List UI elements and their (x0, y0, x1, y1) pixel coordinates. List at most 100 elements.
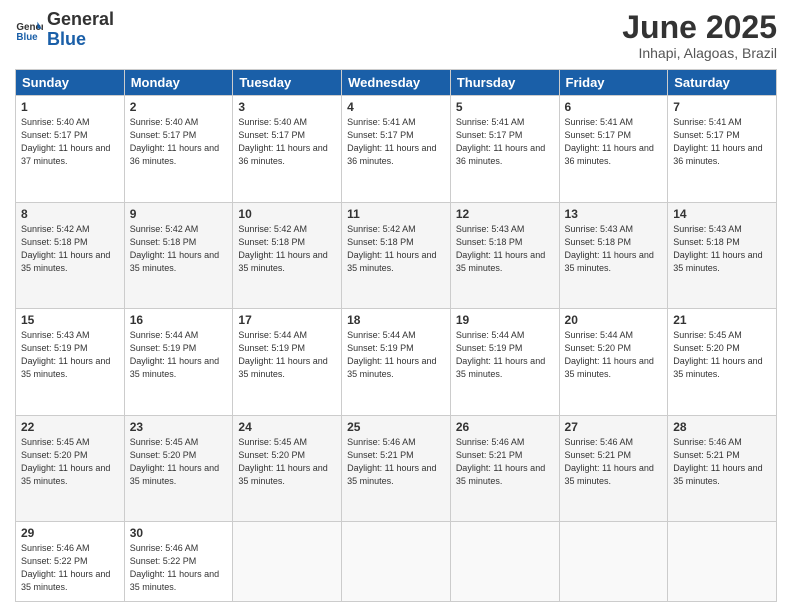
day-info: Sunrise: 5:44 AMSunset: 5:19 PMDaylight:… (347, 329, 445, 381)
day-number: 12 (456, 207, 554, 221)
calendar-cell (450, 522, 559, 602)
day-info: Sunrise: 5:40 AMSunset: 5:17 PMDaylight:… (130, 116, 228, 168)
calendar-cell: 6 Sunrise: 5:41 AMSunset: 5:17 PMDayligh… (559, 96, 668, 202)
svg-text:Blue: Blue (16, 32, 38, 43)
day-number: 29 (21, 526, 119, 540)
day-info: Sunrise: 5:40 AMSunset: 5:17 PMDaylight:… (21, 116, 119, 168)
day-info: Sunrise: 5:45 AMSunset: 5:20 PMDaylight:… (673, 329, 771, 381)
day-number: 5 (456, 100, 554, 114)
title-block: June 2025 Inhapi, Alagoas, Brazil (622, 10, 777, 61)
day-info: Sunrise: 5:46 AMSunset: 5:21 PMDaylight:… (456, 436, 554, 488)
logo: General Blue General Blue (15, 10, 114, 50)
calendar-week-4: 22 Sunrise: 5:45 AMSunset: 5:20 PMDaylig… (16, 415, 777, 521)
day-number: 30 (130, 526, 228, 540)
day-info: Sunrise: 5:44 AMSunset: 5:19 PMDaylight:… (130, 329, 228, 381)
calendar-table: SundayMondayTuesdayWednesdayThursdayFrid… (15, 69, 777, 602)
calendar-cell: 1 Sunrise: 5:40 AMSunset: 5:17 PMDayligh… (16, 96, 125, 202)
day-number: 26 (456, 420, 554, 434)
calendar-week-1: 1 Sunrise: 5:40 AMSunset: 5:17 PMDayligh… (16, 96, 777, 202)
day-info: Sunrise: 5:46 AMSunset: 5:22 PMDaylight:… (21, 542, 119, 594)
calendar-cell (559, 522, 668, 602)
logo-icon: General Blue (15, 16, 43, 44)
calendar-cell: 15 Sunrise: 5:43 AMSunset: 5:19 PMDaylig… (16, 309, 125, 415)
day-info: Sunrise: 5:43 AMSunset: 5:18 PMDaylight:… (673, 223, 771, 275)
calendar-week-5: 29 Sunrise: 5:46 AMSunset: 5:22 PMDaylig… (16, 522, 777, 602)
day-number: 22 (21, 420, 119, 434)
day-info: Sunrise: 5:41 AMSunset: 5:17 PMDaylight:… (565, 116, 663, 168)
day-number: 27 (565, 420, 663, 434)
day-info: Sunrise: 5:46 AMSunset: 5:21 PMDaylight:… (347, 436, 445, 488)
calendar-cell: 22 Sunrise: 5:45 AMSunset: 5:20 PMDaylig… (16, 415, 125, 521)
day-info: Sunrise: 5:44 AMSunset: 5:19 PMDaylight:… (456, 329, 554, 381)
day-info: Sunrise: 5:41 AMSunset: 5:17 PMDaylight:… (347, 116, 445, 168)
day-number: 17 (238, 313, 336, 327)
day-info: Sunrise: 5:41 AMSunset: 5:17 PMDaylight:… (673, 116, 771, 168)
calendar-cell: 16 Sunrise: 5:44 AMSunset: 5:19 PMDaylig… (124, 309, 233, 415)
day-info: Sunrise: 5:40 AMSunset: 5:17 PMDaylight:… (238, 116, 336, 168)
day-number: 9 (130, 207, 228, 221)
day-number: 10 (238, 207, 336, 221)
calendar-cell: 10 Sunrise: 5:42 AMSunset: 5:18 PMDaylig… (233, 202, 342, 308)
calendar-cell: 17 Sunrise: 5:44 AMSunset: 5:19 PMDaylig… (233, 309, 342, 415)
day-number: 15 (21, 313, 119, 327)
calendar-cell: 12 Sunrise: 5:43 AMSunset: 5:18 PMDaylig… (450, 202, 559, 308)
day-info: Sunrise: 5:44 AMSunset: 5:19 PMDaylight:… (238, 329, 336, 381)
day-info: Sunrise: 5:42 AMSunset: 5:18 PMDaylight:… (347, 223, 445, 275)
day-number: 6 (565, 100, 663, 114)
calendar-header-tuesday: Tuesday (233, 70, 342, 96)
day-info: Sunrise: 5:43 AMSunset: 5:18 PMDaylight:… (456, 223, 554, 275)
day-number: 8 (21, 207, 119, 221)
calendar-cell: 30 Sunrise: 5:46 AMSunset: 5:22 PMDaylig… (124, 522, 233, 602)
calendar-body: 1 Sunrise: 5:40 AMSunset: 5:17 PMDayligh… (16, 96, 777, 602)
page: General Blue General Blue June 2025 Inha… (0, 0, 792, 612)
day-number: 7 (673, 100, 771, 114)
calendar-header-monday: Monday (124, 70, 233, 96)
day-number: 21 (673, 313, 771, 327)
calendar-cell: 13 Sunrise: 5:43 AMSunset: 5:18 PMDaylig… (559, 202, 668, 308)
day-number: 18 (347, 313, 445, 327)
calendar-cell: 9 Sunrise: 5:42 AMSunset: 5:18 PMDayligh… (124, 202, 233, 308)
day-number: 2 (130, 100, 228, 114)
calendar-cell: 4 Sunrise: 5:41 AMSunset: 5:17 PMDayligh… (342, 96, 451, 202)
calendar-header-friday: Friday (559, 70, 668, 96)
calendar-cell: 2 Sunrise: 5:40 AMSunset: 5:17 PMDayligh… (124, 96, 233, 202)
day-info: Sunrise: 5:43 AMSunset: 5:19 PMDaylight:… (21, 329, 119, 381)
calendar-cell: 5 Sunrise: 5:41 AMSunset: 5:17 PMDayligh… (450, 96, 559, 202)
calendar-cell (233, 522, 342, 602)
header: General Blue General Blue June 2025 Inha… (15, 10, 777, 61)
calendar-cell: 23 Sunrise: 5:45 AMSunset: 5:20 PMDaylig… (124, 415, 233, 521)
location-subtitle: Inhapi, Alagoas, Brazil (622, 45, 777, 61)
calendar-cell: 25 Sunrise: 5:46 AMSunset: 5:21 PMDaylig… (342, 415, 451, 521)
day-info: Sunrise: 5:43 AMSunset: 5:18 PMDaylight:… (565, 223, 663, 275)
day-info: Sunrise: 5:45 AMSunset: 5:20 PMDaylight:… (238, 436, 336, 488)
day-number: 1 (21, 100, 119, 114)
day-number: 25 (347, 420, 445, 434)
day-number: 23 (130, 420, 228, 434)
day-info: Sunrise: 5:45 AMSunset: 5:20 PMDaylight:… (21, 436, 119, 488)
calendar-week-2: 8 Sunrise: 5:42 AMSunset: 5:18 PMDayligh… (16, 202, 777, 308)
calendar-cell: 19 Sunrise: 5:44 AMSunset: 5:19 PMDaylig… (450, 309, 559, 415)
month-title: June 2025 (622, 10, 777, 45)
day-info: Sunrise: 5:42 AMSunset: 5:18 PMDaylight:… (21, 223, 119, 275)
calendar-cell: 3 Sunrise: 5:40 AMSunset: 5:17 PMDayligh… (233, 96, 342, 202)
day-info: Sunrise: 5:41 AMSunset: 5:17 PMDaylight:… (456, 116, 554, 168)
day-number: 20 (565, 313, 663, 327)
calendar-cell: 27 Sunrise: 5:46 AMSunset: 5:21 PMDaylig… (559, 415, 668, 521)
day-info: Sunrise: 5:44 AMSunset: 5:20 PMDaylight:… (565, 329, 663, 381)
day-number: 19 (456, 313, 554, 327)
calendar-header-wednesday: Wednesday (342, 70, 451, 96)
calendar-cell: 24 Sunrise: 5:45 AMSunset: 5:20 PMDaylig… (233, 415, 342, 521)
calendar-cell: 8 Sunrise: 5:42 AMSunset: 5:18 PMDayligh… (16, 202, 125, 308)
day-info: Sunrise: 5:46 AMSunset: 5:21 PMDaylight:… (565, 436, 663, 488)
calendar-header-sunday: Sunday (16, 70, 125, 96)
calendar-cell: 7 Sunrise: 5:41 AMSunset: 5:17 PMDayligh… (668, 96, 777, 202)
day-info: Sunrise: 5:46 AMSunset: 5:21 PMDaylight:… (673, 436, 771, 488)
day-number: 28 (673, 420, 771, 434)
day-info: Sunrise: 5:42 AMSunset: 5:18 PMDaylight:… (130, 223, 228, 275)
calendar-cell: 28 Sunrise: 5:46 AMSunset: 5:21 PMDaylig… (668, 415, 777, 521)
day-info: Sunrise: 5:42 AMSunset: 5:18 PMDaylight:… (238, 223, 336, 275)
calendar-cell (668, 522, 777, 602)
day-number: 24 (238, 420, 336, 434)
day-number: 11 (347, 207, 445, 221)
calendar-cell: 21 Sunrise: 5:45 AMSunset: 5:20 PMDaylig… (668, 309, 777, 415)
